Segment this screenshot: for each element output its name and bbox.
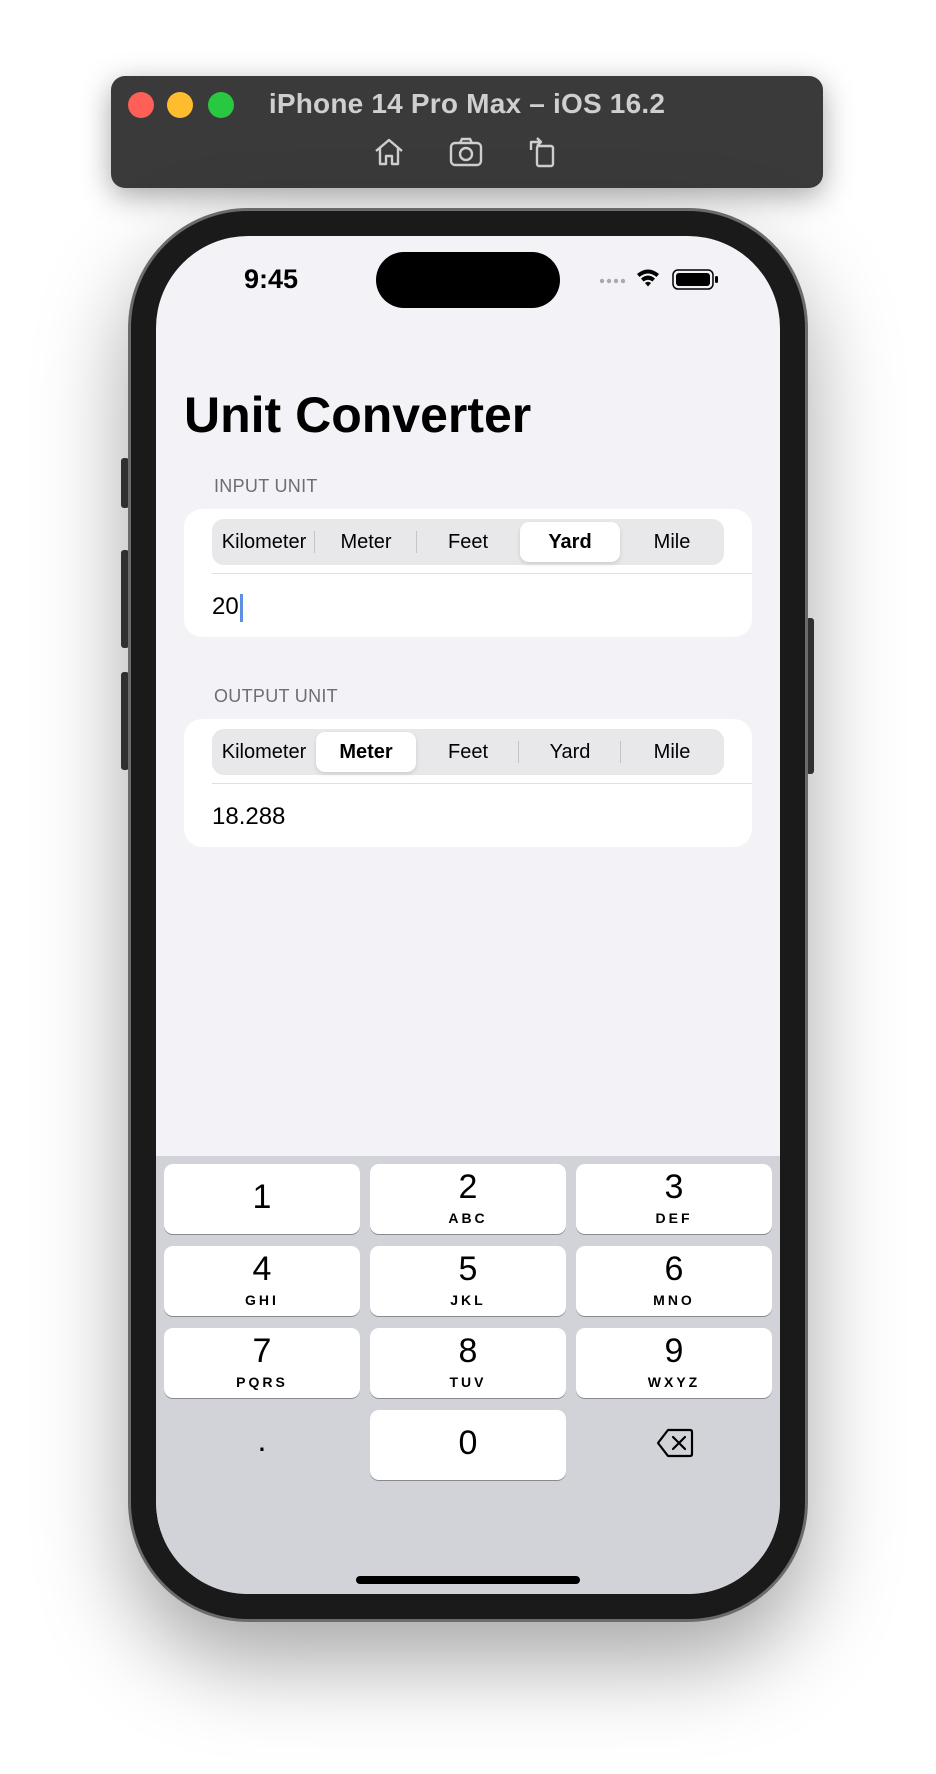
key-8[interactable]: 8 TUV: [370, 1328, 566, 1398]
input-value: 20: [212, 593, 239, 620]
key-3-digit: 3: [664, 1168, 684, 1206]
page-title: Unit Converter: [184, 387, 532, 443]
key-8-letters: TUV: [449, 1374, 487, 1390]
delete-backspace-icon: [656, 1428, 694, 1458]
key-8-digit: 8: [458, 1332, 478, 1370]
status-time: 9:45: [244, 264, 299, 294]
rotate-icon[interactable]: [525, 134, 565, 170]
output-card: Kilometer Meter Feet Yard Mile 18.288: [184, 719, 752, 847]
output-seg-meter[interactable]: Meter: [316, 732, 416, 772]
decimal-point-label: .: [257, 1422, 267, 1458]
simulator-title-bar: iPhone 14 Pro Max – iOS 16.2: [111, 76, 823, 188]
simulator-toolbar: [111, 134, 823, 170]
battery-icon: [672, 269, 718, 290]
input-seg-yard[interactable]: Yard: [520, 522, 620, 562]
wifi-icon: [637, 269, 659, 287]
key-0[interactable]: 0: [370, 1410, 566, 1480]
key-6-letters: MNO: [653, 1292, 695, 1308]
input-seg-kilometer[interactable]: Kilometer: [214, 522, 314, 562]
key-5[interactable]: 5 JKL: [370, 1246, 566, 1316]
key-decimal[interactable]: .: [164, 1410, 360, 1480]
status-icons: [599, 266, 730, 292]
number-keyboard: 1 2 ABC 3 DEF 4 GHI 5 JKL 6 MNO 7 PQRS 8…: [156, 1156, 780, 1594]
output-seg-mile[interactable]: Mile: [622, 732, 722, 772]
key-9-digit: 9: [664, 1332, 684, 1370]
home-icon[interactable]: [371, 134, 411, 170]
key-7-letters: PQRS: [236, 1374, 288, 1390]
key-4-digit: 4: [252, 1250, 272, 1288]
delete-key[interactable]: [576, 1410, 772, 1480]
output-value: 18.288: [212, 803, 286, 830]
input-unit-header: INPUT UNIT: [214, 476, 318, 496]
input-seg-mile[interactable]: Mile: [622, 522, 722, 562]
key-2[interactable]: 2 ABC: [370, 1164, 566, 1234]
simulator-title: iPhone 14 Pro Max – iOS 16.2: [268, 88, 666, 119]
text-cursor: [239, 593, 243, 622]
input-seg-feet[interactable]: Feet: [418, 522, 518, 562]
output-seg-kilometer[interactable]: Kilometer: [214, 732, 314, 772]
key-5-letters: JKL: [450, 1292, 486, 1308]
home-indicator[interactable]: [356, 1576, 580, 1584]
output-unit-picker[interactable]: Kilometer Meter Feet Yard Mile: [212, 729, 724, 775]
output-unit-header: OUTPUT UNIT: [214, 686, 338, 706]
input-seg-meter[interactable]: Meter: [316, 522, 416, 562]
key-1[interactable]: 1: [164, 1164, 360, 1234]
key-3-letters: DEF: [655, 1210, 693, 1226]
key-1-digit: 1: [252, 1178, 272, 1216]
key-2-letters: ABC: [448, 1210, 488, 1226]
screenshot-icon[interactable]: [448, 134, 488, 170]
key-0-digit: 0: [458, 1424, 478, 1462]
key-9-letters: WXYZ: [647, 1374, 701, 1390]
output-seg-yard[interactable]: Yard: [520, 732, 620, 772]
key-6-digit: 6: [664, 1250, 684, 1288]
signal-dots-icon: [599, 278, 626, 284]
key-7[interactable]: 7 PQRS: [164, 1328, 360, 1398]
key-4[interactable]: 4 GHI: [164, 1246, 360, 1316]
key-3[interactable]: 3 DEF: [576, 1164, 772, 1234]
phone-screen: 9:45 Unit Converter INPUT UNIT Kilometer: [156, 236, 780, 1594]
key-4-letters: GHI: [245, 1292, 279, 1308]
key-6[interactable]: 6 MNO: [576, 1246, 772, 1316]
input-card: Kilometer Meter Feet Yard Mile 20: [184, 509, 752, 637]
input-unit-picker[interactable]: Kilometer Meter Feet Yard Mile: [212, 519, 724, 565]
dynamic-island: [376, 252, 560, 308]
input-value-field[interactable]: 20: [212, 579, 243, 635]
key-7-digit: 7: [252, 1332, 272, 1370]
output-seg-feet[interactable]: Feet: [418, 732, 518, 772]
key-5-digit: 5: [458, 1250, 478, 1288]
key-2-digit: 2: [458, 1168, 478, 1206]
key-9[interactable]: 9 WXYZ: [576, 1328, 772, 1398]
